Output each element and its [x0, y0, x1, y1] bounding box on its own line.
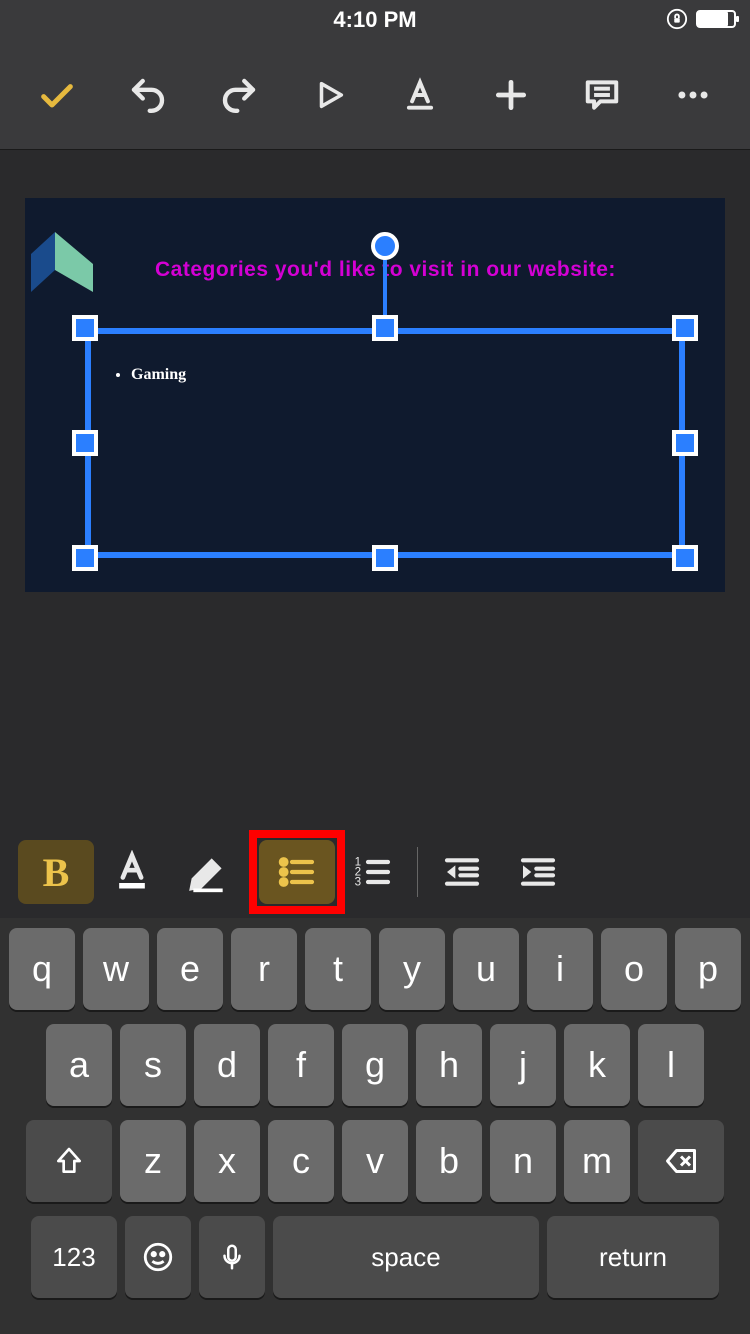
plus-icon	[492, 76, 530, 114]
main-toolbar	[0, 40, 750, 150]
backspace-icon	[663, 1143, 699, 1179]
key-shift[interactable]	[26, 1120, 112, 1202]
status-bar: 4:10 PM	[0, 0, 750, 40]
key-backspace[interactable]	[638, 1120, 724, 1202]
resize-handle-tl[interactable]	[72, 315, 98, 341]
check-icon	[37, 75, 77, 115]
comment-icon	[583, 76, 621, 114]
slide-canvas[interactable]: Categories you'd like to visit in our we…	[0, 150, 750, 826]
key-t[interactable]: t	[305, 928, 371, 1010]
bold-button[interactable]: B	[18, 840, 94, 904]
undo-icon	[127, 74, 169, 116]
resize-handle-bl[interactable]	[72, 545, 98, 571]
key-y[interactable]: y	[379, 928, 445, 1010]
highlight-annotation	[249, 830, 345, 914]
slide[interactable]: Categories you'd like to visit in our we…	[25, 198, 725, 592]
format-toolbar: B 1 2 3	[0, 826, 750, 918]
play-button[interactable]	[303, 68, 357, 122]
highlight-button[interactable]	[170, 840, 246, 904]
numbered-list-button[interactable]: 1 2 3	[335, 840, 411, 904]
key-c[interactable]: c	[268, 1120, 334, 1202]
key-emoji[interactable]	[125, 1216, 191, 1298]
key-s[interactable]: s	[120, 1024, 186, 1106]
bullet-list-button[interactable]	[259, 840, 335, 904]
more-button[interactable]	[666, 68, 720, 122]
status-time: 4:10 PM	[333, 7, 416, 33]
undo-button[interactable]	[121, 68, 175, 122]
keyboard-row-3: z x c v b n m	[6, 1120, 744, 1202]
key-k[interactable]: k	[564, 1024, 630, 1106]
status-right	[666, 8, 736, 30]
key-return[interactable]: return	[547, 1216, 719, 1298]
redo-button[interactable]	[212, 68, 266, 122]
key-numbers[interactable]: 123	[31, 1216, 117, 1298]
redo-icon	[218, 74, 260, 116]
key-g[interactable]: g	[342, 1024, 408, 1106]
highlight-icon	[186, 850, 230, 894]
add-button[interactable]	[484, 68, 538, 122]
keyboard: q w e r t y u i o p a s d f g h j k l z …	[0, 918, 750, 1334]
resize-handle-tr[interactable]	[672, 315, 698, 341]
resize-handle-tm[interactable]	[372, 315, 398, 341]
separator	[417, 847, 418, 897]
text-format-button[interactable]	[393, 68, 447, 122]
key-h[interactable]: h	[416, 1024, 482, 1106]
key-space[interactable]: space	[273, 1216, 539, 1298]
textbox-content[interactable]: Gaming	[113, 366, 186, 384]
play-icon	[313, 78, 347, 112]
increase-indent-icon	[518, 852, 558, 892]
resize-handle-ml[interactable]	[72, 430, 98, 456]
key-r[interactable]: r	[231, 928, 297, 1010]
selection-border	[85, 328, 685, 558]
key-o[interactable]: o	[601, 928, 667, 1010]
key-q[interactable]: q	[9, 928, 75, 1010]
microphone-icon	[217, 1242, 247, 1272]
text-format-icon	[401, 76, 439, 114]
decrease-indent-icon	[442, 852, 482, 892]
key-j[interactable]: j	[490, 1024, 556, 1106]
key-z[interactable]: z	[120, 1120, 186, 1202]
bold-label: B	[43, 849, 70, 896]
key-a[interactable]: a	[46, 1024, 112, 1106]
key-p[interactable]: p	[675, 928, 741, 1010]
key-w[interactable]: w	[83, 928, 149, 1010]
key-e[interactable]: e	[157, 928, 223, 1010]
keyboard-row-2: a s d f g h j k l	[6, 1024, 744, 1106]
key-v[interactable]: v	[342, 1120, 408, 1202]
svg-text:3: 3	[355, 875, 361, 888]
selected-textbox[interactable]: Gaming	[85, 328, 685, 558]
key-f[interactable]: f	[268, 1024, 334, 1106]
resize-handle-mr[interactable]	[672, 430, 698, 456]
bullet-item: Gaming	[131, 366, 186, 384]
keyboard-row-1: q w e r t y u i o p	[6, 928, 744, 1010]
key-dictation[interactable]	[199, 1216, 265, 1298]
key-b[interactable]: b	[416, 1120, 482, 1202]
increase-indent-button[interactable]	[500, 840, 576, 904]
key-u[interactable]: u	[453, 928, 519, 1010]
numbered-list-icon: 1 2 3	[353, 852, 393, 892]
comment-button[interactable]	[575, 68, 629, 122]
key-i[interactable]: i	[527, 928, 593, 1010]
rotation-handle[interactable]	[371, 232, 399, 260]
key-n[interactable]: n	[490, 1120, 556, 1202]
rotation-lock-icon	[666, 8, 688, 30]
more-icon	[674, 76, 712, 114]
logo-shape-icon	[25, 226, 105, 296]
shift-icon	[53, 1145, 85, 1177]
key-l[interactable]: l	[638, 1024, 704, 1106]
key-m[interactable]: m	[564, 1120, 630, 1202]
key-d[interactable]: d	[194, 1024, 260, 1106]
resize-handle-bm[interactable]	[372, 545, 398, 571]
keyboard-row-4: 123 space return	[6, 1216, 744, 1298]
battery-icon	[696, 10, 736, 28]
resize-handle-br[interactable]	[672, 545, 698, 571]
key-x[interactable]: x	[194, 1120, 260, 1202]
emoji-icon	[141, 1240, 175, 1274]
decrease-indent-button[interactable]	[424, 840, 500, 904]
text-color-icon	[110, 850, 154, 894]
text-color-button[interactable]	[94, 840, 170, 904]
confirm-button[interactable]	[30, 68, 84, 122]
